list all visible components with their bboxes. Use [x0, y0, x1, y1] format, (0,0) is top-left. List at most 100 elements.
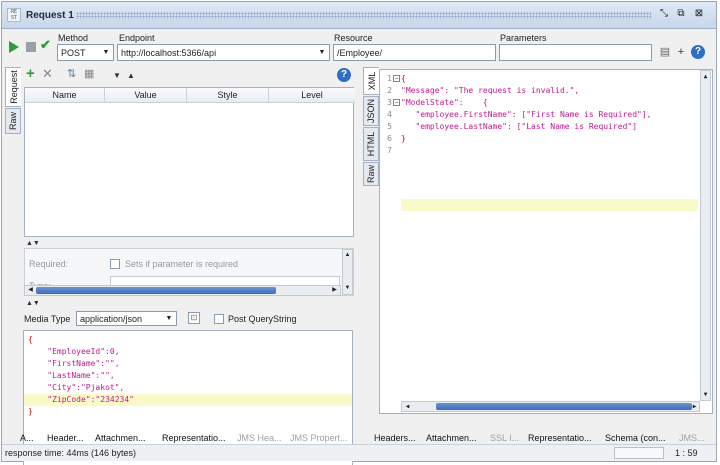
copy-icon[interactable]: ▤ [657, 44, 673, 60]
title-bar: RE ST Request 1 ⤡ ⧉ ⊠ [2, 2, 716, 29]
method-select[interactable]: POST ▼ [57, 44, 114, 61]
tab-representations[interactable]: Representatio... [162, 433, 226, 443]
col-header-name[interactable]: Name [25, 88, 105, 103]
status-progress [614, 447, 664, 459]
response-panel: XML JSON HTML Raw 1 − { 2 "Message": "Th… [361, 64, 716, 421]
media-type-select[interactable]: application/json ▼ [76, 311, 177, 326]
fold-icon[interactable]: − [393, 99, 400, 106]
scroll-thumb[interactable] [436, 403, 692, 410]
request-panel: Request Raw + ✕ ⇅ ▦ ▼ ▲ ? Name Value Sty… [2, 64, 356, 465]
required-checkbox[interactable] [110, 259, 120, 269]
tab-html-label: HTML [366, 131, 376, 157]
minimize-icon[interactable]: ⤡ [657, 7, 671, 21]
col-header-value[interactable]: Value [105, 88, 187, 103]
rest-request-icon: RE ST [7, 8, 21, 22]
response-line: "ModelState": { [401, 98, 488, 107]
tab-jms[interactable]: JMS... [679, 433, 705, 443]
tab-headers[interactable]: Header... [47, 433, 84, 443]
submit-request-icon[interactable] [9, 41, 19, 53]
tab-json-label: JSON [366, 98, 376, 124]
tab-schema[interactable]: Schema (con... [605, 433, 666, 443]
request-window: RE ST Request 1 ⤡ ⧉ ⊠ ✔ Method POST ▼ End… [1, 1, 717, 465]
tab-raw[interactable]: Raw [5, 108, 21, 134]
line-number: 1 [387, 74, 392, 83]
col-header-level[interactable]: Level [269, 88, 355, 103]
line-number: 6 [387, 134, 392, 143]
resource-value: /Employee/ [337, 48, 383, 58]
sort-icon[interactable]: ⇅ [67, 67, 76, 81]
tab-jms-properties[interactable]: JMS Propert... [290, 433, 348, 443]
code-line: } [28, 407, 33, 416]
scroll-up-icon[interactable]: ▲ [701, 72, 710, 81]
scroll-left-icon[interactable]: ◀ [403, 402, 412, 411]
add-param-icon[interactable]: + [26, 66, 35, 81]
add-icon[interactable]: + [673, 44, 689, 60]
close-icon[interactable]: ⊠ [692, 7, 706, 21]
tab-xml[interactable]: XML [363, 67, 379, 95]
response-line: } [401, 134, 406, 143]
line-number: 7 [387, 146, 392, 155]
tab-response-headers[interactable]: Headers... [374, 433, 416, 443]
grid-icon[interactable]: ▦ [84, 67, 94, 81]
parameters-label: Parameters [500, 33, 547, 43]
tab-request[interactable]: Request [5, 67, 21, 107]
line-number: 2 [387, 86, 392, 95]
col-header-style[interactable]: Style [187, 88, 269, 103]
tab-raw-label: Raw [8, 111, 18, 131]
tab-response-attachments[interactable]: Attachmen... [426, 433, 477, 443]
splitter-arrows-icon[interactable]: ▲▼ [26, 240, 40, 247]
tab-ssl-info[interactable]: SSL I... [490, 433, 519, 443]
media-type-label: Media Type [24, 314, 71, 324]
format-icon[interactable]: ⊡ [188, 312, 200, 324]
help-icon[interactable]: ? [691, 45, 705, 59]
props-vertical-scrollbar[interactable]: ▲ ▼ [342, 249, 353, 295]
tab-attachments[interactable]: Attachmen... [95, 433, 146, 443]
params-table: Name Value Style Level [24, 87, 355, 237]
current-line-highlight [401, 199, 698, 211]
cancel-request-icon[interactable] [26, 42, 36, 52]
tab-raw-response-label: Raw [366, 164, 376, 184]
media-type-value: application/json [80, 314, 143, 324]
tab-auth[interactable]: A... [20, 433, 34, 443]
maximize-icon[interactable]: ⧉ [674, 7, 688, 21]
tab-request-label: Request [8, 70, 19, 104]
response-line: { [401, 74, 406, 83]
scroll-left-icon[interactable]: ◀ [26, 286, 35, 295]
scroll-down-icon[interactable]: ▼ [701, 390, 710, 399]
line-number: 5 [387, 122, 392, 131]
window-title: Request 1 [26, 10, 74, 21]
resource-input[interactable]: /Employee/ [333, 44, 496, 61]
required-hint: Sets if parameter is required [125, 259, 239, 269]
response-body-viewer[interactable]: 1 − { 2 "Message": "The request is inval… [379, 69, 713, 414]
scroll-down-icon[interactable]: ▼ [343, 284, 352, 293]
tab-jms-headers[interactable]: JMS Hea... [237, 433, 282, 443]
help-icon[interactable]: ? [337, 68, 351, 82]
splitter-arrows-icon[interactable]: ▲▼ [26, 300, 40, 307]
validate-icon[interactable]: ✔ [40, 37, 51, 53]
props-horizontal-scrollbar[interactable]: ◀ ▶ [24, 285, 341, 296]
parameters-input[interactable] [499, 44, 652, 61]
remove-param-icon[interactable]: ✕ [42, 67, 53, 81]
tab-json[interactable]: JSON [363, 96, 379, 126]
scroll-thumb[interactable] [36, 287, 276, 294]
endpoint-combo[interactable]: http://localhost:5366/api ▼ [117, 44, 330, 61]
move-down-icon[interactable]: ▼ [113, 69, 121, 83]
move-up-icon[interactable]: ▲ [127, 69, 135, 83]
scroll-right-icon[interactable]: ▶ [330, 286, 339, 295]
code-line: "EmployeeId":0, [28, 347, 120, 356]
endpoint-value: http://localhost:5366/api [121, 48, 217, 58]
response-line: "Message": "The request is invalid.", [401, 86, 580, 95]
fold-icon[interactable]: − [393, 75, 400, 82]
response-horizontal-scrollbar[interactable]: ◀ ▶ [401, 401, 700, 412]
tab-html[interactable]: HTML [363, 127, 379, 161]
scroll-right-icon[interactable]: ▶ [690, 402, 699, 411]
code-line: "City":"Pjakot", [28, 383, 125, 392]
chevron-down-icon: ▼ [318, 49, 326, 56]
tab-response-representations[interactable]: Representatio... [528, 433, 592, 443]
scroll-up-icon[interactable]: ▲ [343, 251, 352, 260]
response-vertical-scrollbar[interactable]: ▲ ▼ [700, 70, 711, 401]
tab-raw-response[interactable]: Raw [363, 162, 379, 186]
method-value: POST [61, 48, 86, 58]
code-line: "LastName":"", [28, 371, 115, 380]
post-querystring-checkbox[interactable] [214, 314, 224, 324]
